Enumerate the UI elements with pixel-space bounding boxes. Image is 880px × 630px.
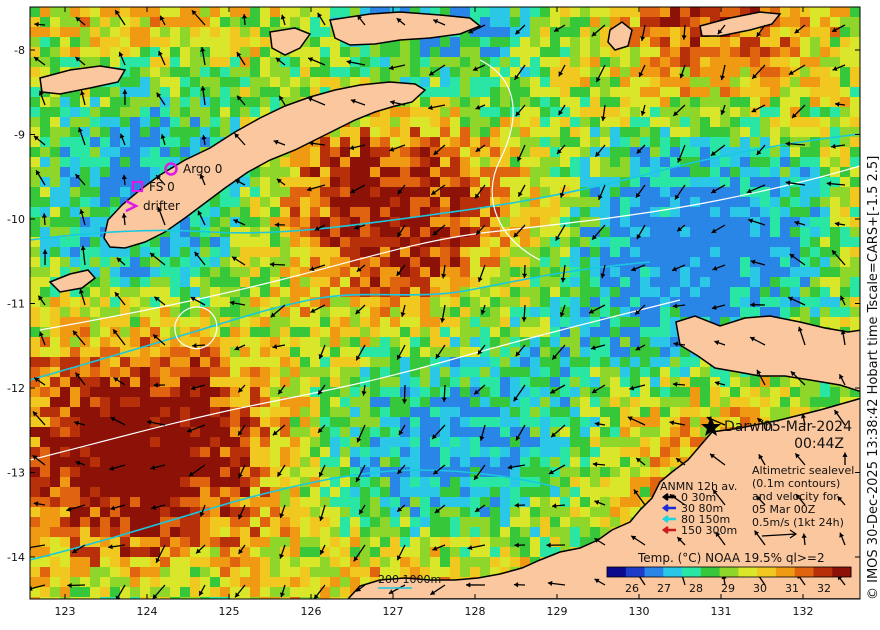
lon-tick-label: 128 [465,605,486,618]
map-date: 05-Mar-2024 [763,419,852,435]
lon-tick-label: 129 [547,605,568,618]
lon-tick-label: 125 [219,605,240,618]
colorbar-swatch [832,567,852,577]
lon-tick-label: 127 [383,605,404,618]
lat-tick-label: -8 [14,44,25,57]
anmn-row-label: 150 300m [681,524,737,537]
colorbar-swatch [607,567,627,577]
fs-label: FS 0 [149,180,175,194]
lat-tick-label: -12 [7,382,25,395]
colorbar-swatch [719,567,739,577]
credit-text: © IMOS 30-Dec-2025 13:38:42 Hobart time … [866,155,880,600]
colorbar-swatch [625,567,646,577]
lat-tick-label: -10 [7,213,25,226]
alt-line-0: Altimetric sealevel [752,464,854,477]
colorbar-tick-label: 26 [625,582,639,595]
lon-tick-label: 130 [629,605,650,618]
drifter-label: drifter [143,199,180,213]
lon-tick-label: 124 [137,605,158,618]
isobath-label: 200 1000m [378,573,441,586]
colorbar-tick-label: 27 [657,582,671,595]
colorbar-swatch [813,567,833,577]
colorbar-swatch [644,567,664,577]
argo-label: Argo 0 [183,162,222,176]
lat-tick-label: -11 [7,298,25,311]
map-time: 00:44Z [794,436,844,452]
lat-tick-label: -9 [14,129,25,142]
alt-line-3: 05 Mar 00Z [752,503,816,516]
colorbar-swatch [700,567,721,577]
colorbar-swatch [682,567,702,577]
lat-tick-label: -13 [7,467,25,480]
colorbar-swatch [757,567,777,577]
lon-tick-label: 132 [793,605,814,618]
alt-line-2: and velocity for [752,490,838,503]
sst-map: 123 124 125 126 127 128 129 130 131 132 -8 -9 -10 -11… [7,6,861,618]
colorbar-tick-label: 31 [785,582,799,595]
colorbar-swatch [738,567,758,577]
colorbar-swatch [775,567,796,577]
alt-line-4: 0.5m/s (1kt 24h) [752,516,844,529]
alt-line-1: (0.1m contours) [752,477,840,490]
colorbar-tick-label: 29 [721,582,735,595]
colorbar-tick-label: 30 [753,582,767,595]
lon-tick-label: 123 [55,605,76,618]
colorbar-title: Temp. (°C) NOAA 19.5% ql>=2 [637,551,825,565]
lat-tick-label: -14 [7,551,25,564]
lon-tick-label: 126 [301,605,322,618]
colorbar-tick-label: 32 [817,582,831,595]
colorbar-swatch [794,567,814,577]
colorbar-swatch [663,567,683,577]
lon-tick-label: 131 [711,605,732,618]
colorbar-tick-label: 28 [689,582,703,595]
